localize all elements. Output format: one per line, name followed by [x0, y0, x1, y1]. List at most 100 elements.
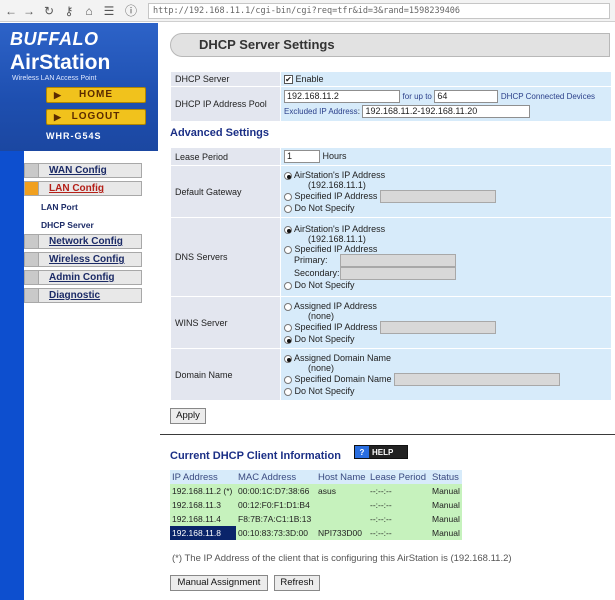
wins-opt1-sub: (none) [308, 311, 335, 321]
lease-label: Lease Period [170, 147, 281, 166]
subnav-dhcp-server[interactable]: DHCP Server [41, 220, 94, 230]
domain-specified-input[interactable] [394, 373, 561, 386]
cell-host: asus [316, 484, 368, 498]
table-row[interactable]: 192.168.11.4 F8:7B:7A:C1:1B:13 --:--:-- … [170, 512, 462, 526]
apply-button[interactable]: Apply [170, 408, 206, 424]
sidebar: BUFFALO AirStation Wireless LAN Access P… [0, 23, 158, 600]
cell-host: NPI733D00 [316, 526, 368, 540]
gateway-opt2-label: Specified IP Address [294, 190, 378, 201]
wins-assigned-radio[interactable] [284, 302, 292, 311]
logout-button-label: LOGOUT [71, 111, 121, 122]
nav-bullet-icon [25, 235, 39, 248]
gateway-opt3-label: Do Not Specify [294, 203, 355, 213]
dns-opt1-label: AirStation's IP Address [294, 224, 386, 234]
excluded-input[interactable]: 192.168.11.2-192.168.11.20 [362, 105, 531, 119]
advanced-table: Lease Period 1 Hours Default Gateway Air… [170, 147, 612, 401]
nav-lan-config[interactable]: LAN Config [24, 181, 142, 196]
model-name: WHR-G54S [46, 131, 102, 141]
dns-opt2-label: Specified IP Address [294, 244, 378, 254]
domain-opt1-label: Assigned Domain Name [294, 353, 392, 363]
domain-specified-radio[interactable] [284, 375, 292, 384]
menu-icon[interactable]: ☰ [102, 4, 116, 18]
reload-icon[interactable]: ↻ [42, 4, 56, 18]
dns-cell: AirStation's IP Address (192.168.11.1) S… [280, 217, 612, 297]
dns-secondary-label: Secondary: [294, 267, 340, 278]
cell-lease: --:--:-- [368, 512, 430, 526]
cell-ip: 192.168.11.3 [170, 498, 236, 512]
cell-ip: 192.168.11.8 [170, 526, 236, 540]
dns-specified-radio[interactable] [284, 245, 292, 254]
back-icon[interactable]: ← [4, 4, 18, 18]
arrow-icon: ▶ [54, 112, 62, 122]
domain-opt1-sub: (none) [308, 363, 335, 373]
nav-wireless-config[interactable]: Wireless Config [24, 252, 142, 267]
refresh-button[interactable]: Refresh [274, 575, 320, 591]
address-bar[interactable]: http://192.168.11.1/cgi-bin/cgi?req=tfr&… [148, 3, 610, 19]
nav-bullet-icon [25, 164, 39, 177]
home-button[interactable]: ▶ HOME [46, 87, 146, 103]
wins-opt2-label: Specified IP Address [294, 321, 378, 332]
forward-icon[interactable]: → [22, 4, 36, 18]
excluded-label: Excluded IP Address [284, 107, 358, 117]
wins-opt1-label: Assigned IP Address [294, 301, 377, 311]
gateway-none-radio[interactable] [284, 204, 292, 213]
cell-host [316, 498, 368, 512]
dns-secondary-input[interactable] [340, 267, 456, 280]
nav-wan-config[interactable]: WAN Config [24, 163, 142, 178]
logout-button[interactable]: ▶ LOGOUT [46, 109, 146, 125]
gateway-specified-radio[interactable] [284, 192, 292, 201]
col-ip: IP Address [170, 470, 236, 484]
gateway-specified-input[interactable] [379, 190, 496, 203]
domain-none-radio[interactable] [284, 387, 292, 396]
pool-label: DHCP IP Address Pool [170, 86, 281, 123]
cell-status: Manual [430, 526, 462, 540]
section-divider [160, 434, 615, 435]
nav-label: Admin Config [49, 272, 115, 283]
site-info-icon[interactable]: ⓘ [124, 4, 138, 18]
nav-label: Diagnostic [49, 290, 101, 301]
client-table: IP Address MAC Address Host Name Lease P… [170, 470, 462, 540]
dhcp-basic-table: DHCP Server ✔ Enable DHCP IP Address Poo… [170, 70, 612, 123]
manual-assignment-button[interactable]: Manual Assignment [170, 575, 268, 591]
dns-none-radio[interactable] [284, 281, 292, 290]
nav-label: Network Config [49, 236, 123, 247]
cell-mac: 00:12:F0:F1:D1:B4 [236, 498, 316, 512]
dns-opt3-label: Do Not Specify [294, 280, 355, 290]
dhcp-server-label: DHCP Server [170, 70, 281, 88]
gateway-cell: AirStation's IP Address (192.168.11.1) S… [280, 165, 612, 218]
lease-input[interactable]: 1 [284, 150, 320, 163]
gateway-opt1-ip: (192.168.11.1) [308, 180, 366, 190]
pool-start-input[interactable]: 192.168.11.2 [284, 90, 400, 104]
dns-primary-input[interactable] [340, 254, 456, 267]
home-icon[interactable]: ⌂ [82, 4, 96, 18]
wins-specified-radio[interactable] [284, 323, 292, 332]
nav-diagnostic[interactable]: Diagnostic [24, 288, 142, 303]
gateway-opt1-label: AirStation's IP Address [294, 170, 386, 180]
nav-admin-config[interactable]: Admin Config [24, 270, 142, 285]
subnav-lan-port[interactable]: LAN Port [41, 202, 78, 212]
pool-count-input[interactable]: 64 [434, 90, 499, 104]
cell-lease: --:--:-- [368, 484, 430, 498]
wins-none-radio[interactable] [284, 335, 292, 344]
wins-opt3-label: Do Not Specify [294, 334, 355, 344]
table-row[interactable]: 192.168.11.2 (*) 00:00:1C:D7:38:66 asus … [170, 484, 462, 498]
table-row[interactable]: 192.168.11.8 00:10:83:73:3D:00 NPI733D00… [170, 526, 462, 540]
home-button-label: HOME [79, 89, 113, 100]
wins-label: WINS Server [170, 296, 281, 349]
wins-specified-input[interactable] [379, 321, 496, 334]
enable-checkbox[interactable]: ✔ [284, 75, 293, 85]
domain-opt2-label: Specified Domain Name [294, 373, 392, 384]
advanced-settings-heading: Advanced Settings [170, 127, 270, 139]
key-icon[interactable]: ⚷ [62, 4, 76, 18]
cell-mac: 00:00:1C:D7:38:66 [236, 484, 316, 498]
domain-assigned-radio[interactable] [284, 354, 292, 363]
help-button[interactable]: ? HELP [354, 445, 408, 459]
nav-network-config[interactable]: Network Config [24, 234, 142, 249]
gateway-airstation-radio[interactable] [284, 171, 292, 180]
dns-label: DNS Servers [170, 217, 281, 297]
dns-airstation-radio[interactable] [284, 225, 292, 234]
product-name: AirStation [10, 51, 111, 74]
dns-primary-label: Primary: [294, 254, 328, 265]
table-row[interactable]: 192.168.11.3 00:12:F0:F1:D1:B4 --:--:-- … [170, 498, 462, 512]
wins-cell: Assigned IP Address (none) Specified IP … [280, 296, 612, 349]
